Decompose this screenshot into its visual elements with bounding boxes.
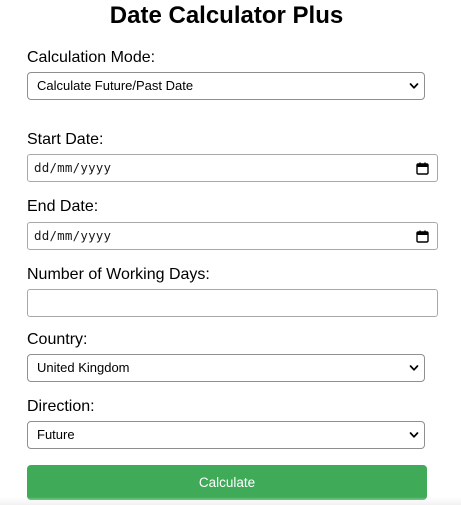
page-title: Date Calculator Plus bbox=[109, 2, 344, 29]
calculation-mode-select[interactable]: Calculate Future/Past Date bbox=[27, 72, 425, 100]
start-date-input[interactable]: dd/mm/yyyy bbox=[27, 154, 438, 182]
start-date-placeholder: dd/mm/yyyy bbox=[34, 160, 112, 175]
calendar-icon[interactable] bbox=[416, 230, 429, 243]
chevron-down-icon bbox=[409, 432, 419, 438]
end-date-placeholder: dd/mm/yyyy bbox=[34, 228, 112, 243]
calendar-icon[interactable] bbox=[416, 162, 429, 175]
country-select[interactable]: United Kingdom bbox=[27, 354, 425, 382]
country-label: Country: bbox=[27, 331, 88, 348]
calculation-mode-label: Calculation Mode: bbox=[27, 49, 156, 66]
calculate-button[interactable]: Calculate bbox=[27, 465, 427, 500]
start-date-label: Start Date: bbox=[27, 131, 104, 148]
chevron-down-icon bbox=[409, 365, 419, 371]
end-date-label: End Date: bbox=[27, 198, 99, 215]
working-days-label: Number of Working Days: bbox=[27, 266, 210, 283]
country-value: United Kingdom bbox=[37, 360, 130, 375]
working-days-input[interactable] bbox=[27, 289, 438, 317]
direction-label: Direction: bbox=[27, 398, 95, 415]
direction-value: Future bbox=[37, 427, 75, 442]
chevron-down-icon bbox=[409, 83, 419, 89]
end-date-input[interactable]: dd/mm/yyyy bbox=[27, 222, 438, 250]
calculation-mode-value: Calculate Future/Past Date bbox=[37, 78, 194, 93]
direction-select[interactable]: Future bbox=[27, 421, 425, 449]
